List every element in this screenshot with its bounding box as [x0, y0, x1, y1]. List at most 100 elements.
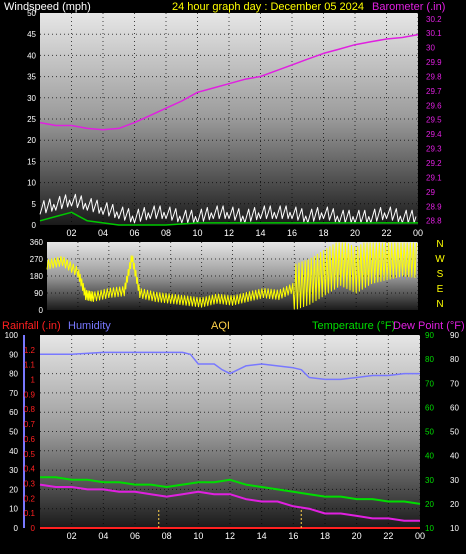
temp-panel-xtick: 06	[130, 531, 140, 541]
baro-ytick: 29	[426, 188, 435, 197]
wind-panel-xtick: 00	[413, 228, 423, 238]
direction-ytick: 180	[30, 272, 44, 281]
rain-ytick: 0.8	[24, 405, 36, 414]
temp-panel-xtick: 02	[67, 531, 77, 541]
dew-ytick: 70	[450, 379, 459, 388]
wind-ytick: 0	[32, 221, 37, 230]
wind-ytick: 45	[27, 30, 36, 39]
wind-ytick: 50	[27, 9, 36, 18]
humidity-ytick: 70	[9, 389, 18, 398]
baro-ytick: 30	[426, 44, 435, 53]
wind-ytick: 35	[27, 73, 36, 82]
temp-panel-xtick: 12	[225, 531, 235, 541]
temp-panel-xtick: 20	[352, 531, 362, 541]
humidity-ytick: 50	[9, 428, 18, 437]
wind-ytick: 10	[27, 179, 36, 188]
temp-ytick: 80	[425, 355, 434, 364]
humidity-ytick: 0	[14, 524, 19, 533]
wind-ytick: 20	[27, 136, 36, 145]
humidity-ytick: 10	[9, 505, 18, 514]
baro-ytick: 29.4	[426, 130, 442, 139]
wind-ytick: 30	[27, 94, 36, 103]
wind-ytick: 5	[32, 200, 37, 209]
baro-ytick: 29.1	[426, 173, 442, 182]
rain-ytick: 0.2	[24, 494, 36, 503]
rain-ytick: 0.1	[24, 509, 36, 518]
baro-ytick: 29.2	[426, 159, 442, 168]
wind-panel-xtick: 04	[98, 228, 108, 238]
baro-ytick: 29.6	[426, 101, 442, 110]
rain-ytick: 0	[31, 524, 36, 533]
wind-ytick: 40	[27, 51, 36, 60]
wind-panel-xtick: 22	[381, 228, 391, 238]
rain-ytick: 0.3	[24, 479, 36, 488]
temp-panel-xtick: 08	[162, 531, 172, 541]
dew-ytick: 50	[450, 428, 459, 437]
baro-ytick: 29.7	[426, 87, 442, 96]
baro-ytick: 29.8	[426, 72, 442, 81]
baro-ytick: 30.1	[426, 29, 442, 38]
temp-ytick: 70	[425, 379, 434, 388]
temp-ytick: 30	[425, 476, 434, 485]
humidity-ytick: 30	[9, 466, 18, 475]
direction-compass-label: S	[437, 269, 444, 280]
dew-ytick: 40	[450, 452, 459, 461]
dew-ytick: 20	[450, 500, 459, 509]
dew-ytick: 10	[450, 524, 459, 533]
wind-panel-xtick: 02	[66, 228, 76, 238]
temp-panel-xtick: 10	[193, 531, 203, 541]
wind-panel-xtick: 14	[255, 228, 265, 238]
wind-panel-xtick: 12	[224, 228, 234, 238]
dew-ytick: 90	[450, 331, 459, 340]
temp-ytick: 40	[425, 452, 434, 461]
rain-ytick: 0.4	[24, 465, 36, 474]
wind-panel-xtick: 16	[287, 228, 297, 238]
rain-ytick: 0.7	[24, 420, 36, 429]
humidity-ytick: 90	[9, 350, 18, 359]
dew-ytick: 60	[450, 403, 459, 412]
baro-ytick: 29.9	[426, 58, 442, 67]
baro-ytick: 28.8	[426, 217, 442, 226]
dew-ytick: 80	[450, 355, 459, 364]
temp-ytick: 90	[425, 331, 434, 340]
direction-compass-label: N	[436, 299, 443, 310]
direction-ytick: 360	[30, 238, 44, 247]
wind-panel-xtick: 20	[350, 228, 360, 238]
rain-ytick: 0.9	[24, 390, 36, 399]
direction-compass-label: N	[436, 239, 443, 250]
wind-panel-xtick: 10	[192, 228, 202, 238]
temp-ytick: 10	[425, 524, 434, 533]
wind-ytick: 15	[27, 157, 36, 166]
direction-ytick: 0	[39, 306, 44, 315]
humidity-ytick: 20	[9, 485, 18, 494]
temp-panel-xtick: 22	[383, 531, 393, 541]
temp-panel-xtick: 14	[257, 531, 267, 541]
temp-panel-xtick: 04	[98, 531, 108, 541]
wind-panel-xtick: 06	[129, 228, 139, 238]
humidity-ytick: 100	[5, 331, 19, 340]
rain-ytick: 1	[31, 376, 36, 385]
weather-graph: 02 04 06 08 10 12 14 16 18 20 22 000510152025303540…	[5, 9, 460, 541]
humidity-ytick: 80	[9, 370, 18, 379]
temp-ytick: 50	[425, 428, 434, 437]
temp-panel-xtick: 18	[320, 531, 330, 541]
humidity-ytick: 60	[9, 408, 18, 417]
temp-panel-xtick: 16	[288, 531, 298, 541]
baro-ytick: 29.3	[426, 145, 442, 154]
wind-panel-xtick: 18	[318, 228, 328, 238]
dew-ytick: 30	[450, 476, 459, 485]
direction-ytick: 90	[34, 289, 43, 298]
baro-ytick: 30.2	[426, 15, 442, 24]
humidity-ytick: 40	[9, 447, 18, 456]
direction-compass-label: W	[435, 254, 445, 265]
rain-ytick: 1.1	[24, 361, 36, 370]
baro-ytick: 29.5	[426, 116, 442, 125]
direction-ytick: 270	[30, 255, 44, 264]
rain-ytick: 1.2	[24, 346, 36, 355]
rain-ytick: 0.6	[24, 435, 36, 444]
wind-panel-xtick: 08	[161, 228, 171, 238]
baro-ytick: 28.9	[426, 202, 442, 211]
rain-ytick: 0.5	[24, 450, 36, 459]
temp-ytick: 60	[425, 403, 434, 412]
temp-ytick: 20	[425, 500, 434, 509]
